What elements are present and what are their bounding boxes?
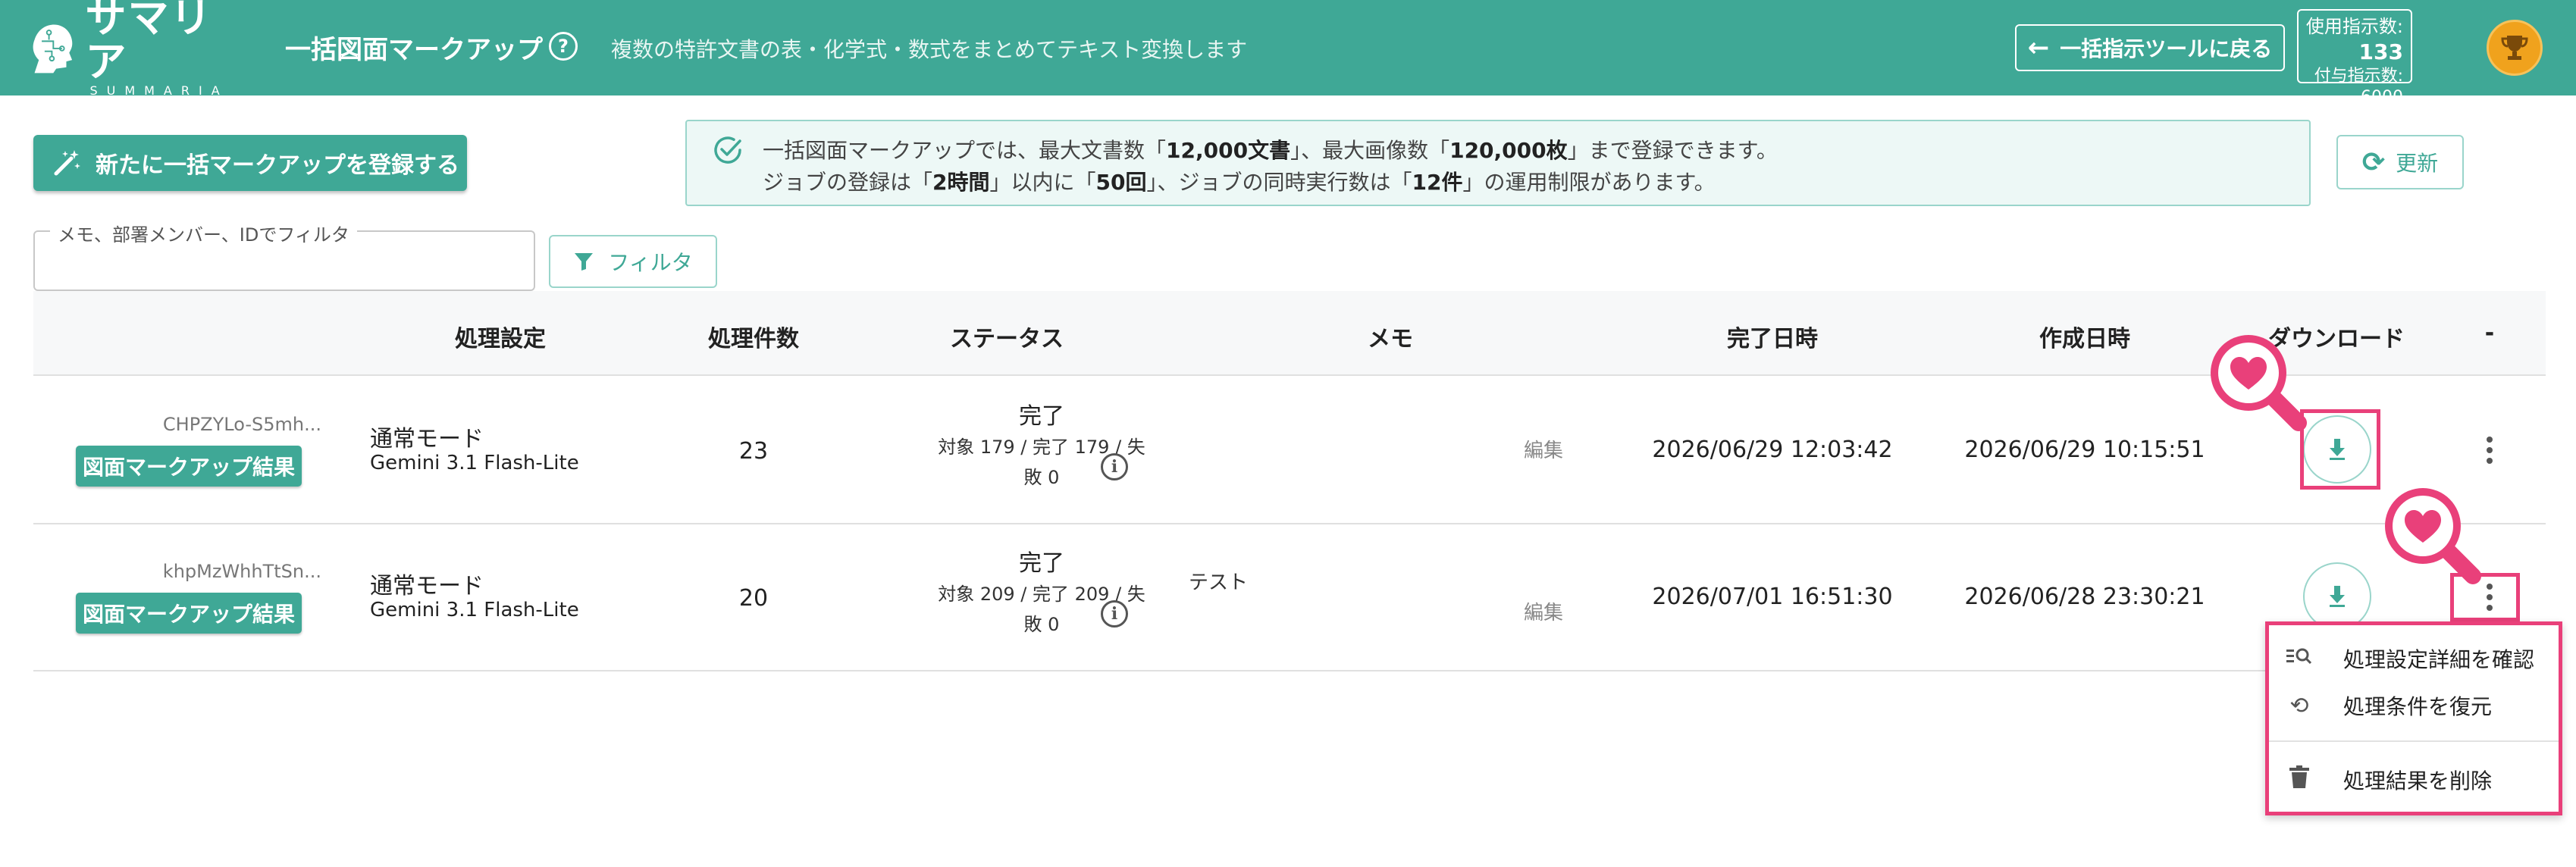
notice-line-1: 一括図面マークアップでは、最大文書数「12,000文書」、最大画像数「120,0… bbox=[763, 138, 1778, 163]
page-title: 一括図面マークアップ bbox=[285, 35, 543, 65]
trophy-icon bbox=[2501, 36, 2528, 60]
info-icon[interactable]: i bbox=[1101, 453, 1128, 480]
quota-used-value: 133 bbox=[2358, 39, 2403, 64]
notice-banner: 一括図面マークアップでは、最大文書数「12,000文書」、最大画像数「120,0… bbox=[685, 120, 2311, 206]
markup-result-button[interactable]: 図面マークアップ結果 bbox=[76, 593, 302, 634]
processing-count: 20 bbox=[738, 585, 769, 612]
quota-granted: 付与指示数: 6000 bbox=[2314, 67, 2403, 107]
edit-memo-link[interactable]: 編集 bbox=[1524, 435, 1563, 463]
logo-text: サマリア SUMMARIA bbox=[85, 0, 247, 98]
table-header: 処理設定 処理件数 ステータス メモ 完了日時 作成日時 ダウンロード - bbox=[33, 291, 2546, 376]
menu-item-label: 処理条件を復元 bbox=[2343, 694, 2493, 719]
refresh-button[interactable]: ⟳ 更新 bbox=[2336, 135, 2464, 189]
menu-item-restore-conditions[interactable]: ⟲ 処理条件を復元 bbox=[2269, 683, 2559, 728]
created-date: 2026/06/29 10:15:51 bbox=[1964, 437, 2205, 463]
edit-memo-link[interactable]: 編集 bbox=[1524, 597, 1563, 625]
arrow-left-icon: ← bbox=[2027, 33, 2050, 63]
page-subtitle: 複数の特許文書の表・化学式・数式をまとめてテキスト変換します bbox=[611, 37, 1248, 62]
memo-text: テスト bbox=[1189, 571, 1249, 594]
created-date: 2026/06/28 23:30:21 bbox=[1964, 584, 2205, 610]
filter-field[interactable]: メモ、部署メンバー、IDでフィルタ bbox=[33, 220, 535, 291]
filter-button-label: フィルタ bbox=[608, 250, 693, 275]
heart-pin-marker-icon bbox=[2211, 335, 2307, 431]
processing-mode: 通常モード bbox=[370, 573, 484, 599]
model-name: Gemini 3.1 Flash-Lite bbox=[370, 599, 579, 621]
row-actions-menu: 処理設定詳細を確認 ⟲ 処理条件を復元 処理結果を削除 bbox=[2265, 621, 2562, 815]
heart-pin-marker-icon bbox=[2385, 488, 2481, 584]
quota-used: 使用指示数: 133 bbox=[2299, 14, 2403, 66]
magic-wand-icon bbox=[54, 150, 80, 176]
back-to-tool-button[interactable]: ← 一括指示ツールに戻る bbox=[2015, 24, 2285, 71]
menu-item-label: 処理設定詳細を確認 bbox=[2343, 647, 2535, 672]
col-count: 処理件数 bbox=[708, 326, 799, 352]
markup-result-button[interactable]: 図面マークアップ結果 bbox=[76, 446, 302, 487]
quota-box: 使用指示数: 133 付与指示数: 6000 残り指示数: 5867 bbox=[2297, 9, 2412, 149]
filter-input[interactable] bbox=[47, 244, 517, 277]
processing-mode: 通常モード bbox=[370, 426, 484, 452]
completed-date: 2026/06/29 12:03:42 bbox=[1652, 437, 1893, 463]
sync-icon: ⟲ bbox=[2289, 692, 2309, 719]
col-created: 作成日時 bbox=[2039, 326, 2130, 352]
job-id: khpMzWhhTtSn... bbox=[162, 561, 321, 582]
filter-button[interactable]: フィルタ bbox=[549, 235, 717, 288]
completed-date: 2026/07/01 16:51:30 bbox=[1652, 584, 1893, 610]
logo-main-text: サマリア bbox=[85, 0, 213, 86]
header-bar: サマリア SUMMARIA 一括図面マークアップ ? 複数の特許文書の表・化学式… bbox=[0, 0, 2576, 149]
col-status: ステータス bbox=[950, 326, 1064, 352]
job-id: CHPZYLo-S5mh... bbox=[162, 414, 321, 435]
table-row: CHPZYLo-S5mh... 図面マークアップ結果 通常モード Gemini … bbox=[33, 377, 2546, 524]
col-settings: 処理設定 bbox=[455, 326, 546, 352]
refresh-label: 更新 bbox=[2396, 151, 2439, 176]
more-actions-button[interactable] bbox=[2485, 437, 2494, 468]
col-memo: メモ bbox=[1368, 326, 1413, 352]
new-markup-button[interactable]: 新たに一括マークアップを登録する bbox=[33, 135, 467, 191]
check-circle-icon bbox=[714, 136, 741, 164]
logo-sub-text: SUMMARIA bbox=[89, 83, 229, 98]
back-to-tool-label: 一括指示ツールに戻る bbox=[2060, 36, 2273, 61]
col-actions: - bbox=[2484, 320, 2495, 346]
logo-head-icon bbox=[33, 24, 73, 74]
funnel-icon bbox=[575, 253, 594, 271]
trash-icon bbox=[2284, 765, 2314, 794]
menu-divider bbox=[2269, 740, 2559, 742]
processing-count: 23 bbox=[738, 438, 769, 465]
download-icon bbox=[2330, 586, 2345, 607]
quota-used-label: 使用指示数: bbox=[2305, 16, 2403, 37]
menu-item-label: 処理結果を削除 bbox=[2343, 768, 2493, 793]
col-completed: 完了日時 bbox=[1727, 326, 1818, 352]
refresh-icon: ⟳ bbox=[2361, 146, 2386, 178]
menu-item-delete-results[interactable]: 処理結果を削除 bbox=[2269, 757, 2559, 803]
app: サマリア SUMMARIA 一括図面マークアップ ? 複数の特許文書の表・化学式… bbox=[0, 0, 2576, 867]
table-row: khpMzWhhTtSn... 図面マークアップ結果 通常モード Gemini … bbox=[33, 524, 2546, 671]
model-name: Gemini 3.1 Flash-Lite bbox=[370, 452, 579, 474]
menu-item-view-settings[interactable]: 処理設定詳細を確認 bbox=[2269, 636, 2559, 681]
info-icon[interactable]: i bbox=[1101, 600, 1128, 628]
filter-label: メモ、部署メンバー、IDでフィルタ bbox=[50, 220, 357, 246]
status-cell: 完了 対象 179 / 完了 179 / 失敗 0 bbox=[867, 402, 1216, 493]
help-icon[interactable]: ? bbox=[549, 32, 578, 61]
logo[interactable]: サマリア SUMMARIA bbox=[27, 0, 247, 98]
notice-line-2: ジョブの登録は「2時間」以内に「50回」、ジョブの同時実行数は「12件」の運用制… bbox=[763, 170, 1716, 195]
status-text: 完了 bbox=[1019, 403, 1064, 430]
trophy-avatar[interactable] bbox=[2487, 20, 2543, 76]
search-list-icon bbox=[2284, 645, 2314, 672]
new-markup-label: 新たに一括マークアップを登録する bbox=[96, 152, 459, 179]
status-text: 完了 bbox=[1019, 550, 1064, 577]
status-cell: 完了 対象 209 / 完了 209 / 失敗 0 bbox=[867, 549, 1216, 640]
download-button[interactable] bbox=[2303, 562, 2371, 631]
